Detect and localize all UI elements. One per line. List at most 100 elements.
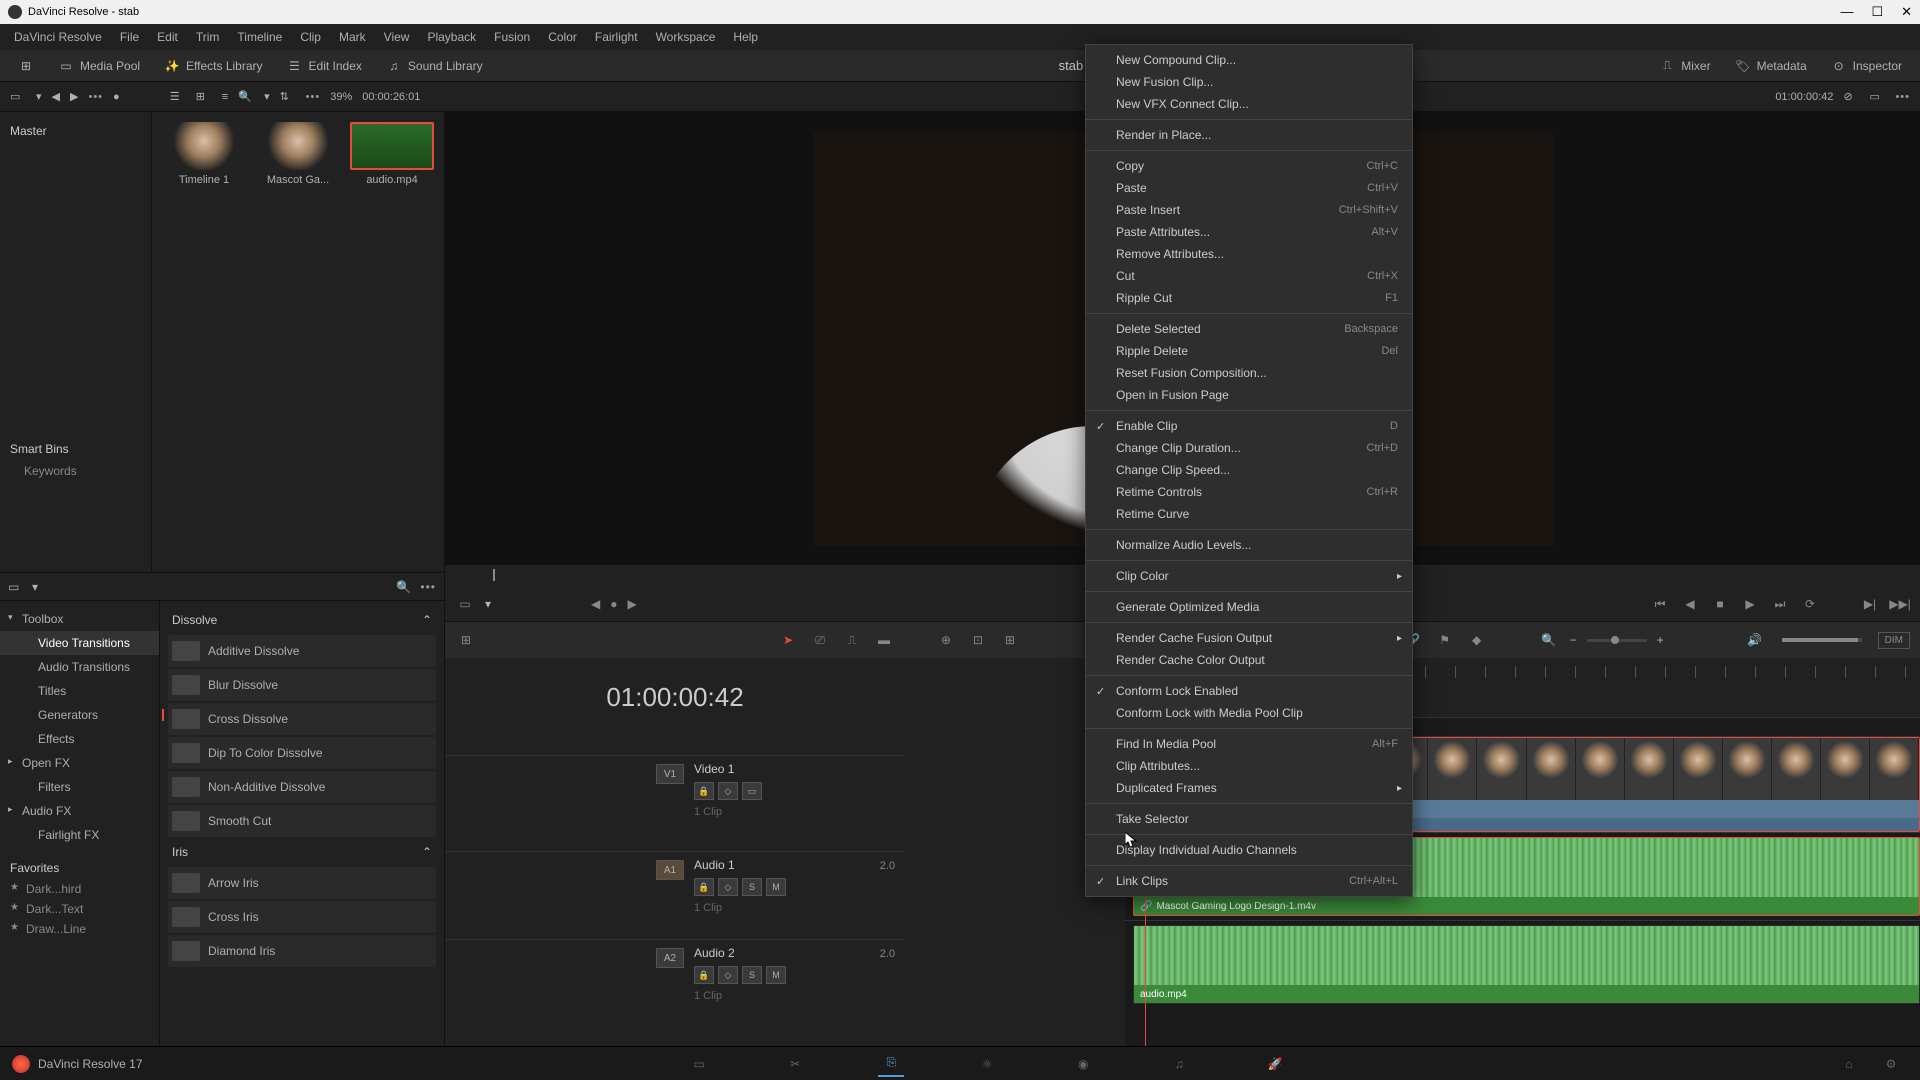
menu-clip[interactable]: Clip bbox=[292, 26, 329, 48]
menu-item-change-clip-duration[interactable]: Change Clip Duration...Ctrl+D bbox=[1086, 437, 1412, 459]
track-mute-button[interactable]: M bbox=[766, 966, 786, 984]
fx-item[interactable]: Arrow Iris bbox=[168, 867, 436, 899]
menu-item-conform-lock-with-media-pool-clip[interactable]: Conform Lock with Media Pool Clip bbox=[1086, 702, 1412, 724]
menu-item-normalize-audio-levels[interactable]: Normalize Audio Levels... bbox=[1086, 534, 1412, 556]
menu-workspace[interactable]: Workspace bbox=[648, 26, 724, 48]
fx-item[interactable]: Smooth Cut bbox=[168, 805, 436, 837]
menu-item-new-fusion-clip[interactable]: New Fusion Clip... bbox=[1086, 71, 1412, 93]
menu-item-change-clip-speed[interactable]: Change Clip Speed... bbox=[1086, 459, 1412, 481]
search-icon[interactable]: 🔍 bbox=[238, 90, 254, 104]
loop-button[interactable]: ⟳ bbox=[1800, 594, 1820, 614]
more-icon[interactable]: ••• bbox=[88, 91, 103, 103]
menu-item-render-cache-fusion-output[interactable]: Render Cache Fusion Output bbox=[1086, 627, 1412, 649]
category-iris[interactable]: Iris⌃ bbox=[168, 839, 436, 865]
minimize-button[interactable]: — bbox=[1840, 4, 1853, 20]
fx-item[interactable]: Cross Dissolve bbox=[168, 703, 436, 735]
overwrite-tool[interactable]: ⊡ bbox=[967, 629, 989, 651]
expand-button[interactable]: ⊞ bbox=[12, 54, 40, 78]
menu-item-generate-optimized-media[interactable]: Generate Optimized Media bbox=[1086, 596, 1412, 618]
flag-icon[interactable]: ⚑ bbox=[1434, 629, 1456, 651]
menu-item-copy[interactable]: CopyCtrl+C bbox=[1086, 155, 1412, 177]
maximize-button[interactable]: ☐ bbox=[1871, 4, 1883, 20]
tree-video-transitions[interactable]: Video Transitions bbox=[0, 631, 159, 655]
menu-item-render-cache-color-output[interactable]: Render Cache Color Output bbox=[1086, 649, 1412, 671]
thumb-view-icon[interactable]: ⊞ bbox=[196, 90, 212, 104]
menu-item-new-compound-clip[interactable]: New Compound Clip... bbox=[1086, 49, 1412, 71]
zoom-search-icon[interactable]: 🔍 bbox=[1538, 629, 1560, 651]
menu-item-enable-clip[interactable]: Enable ClipD bbox=[1086, 415, 1412, 437]
media-pool-button[interactable]: ▭Media Pool bbox=[52, 54, 146, 78]
favorite-item[interactable]: Dark...Text bbox=[0, 899, 159, 919]
menu-item-find-in-media-pool[interactable]: Find In Media PoolAlt+F bbox=[1086, 733, 1412, 755]
settings-button[interactable]: ⚙ bbox=[1878, 1051, 1904, 1077]
menu-item-reset-fusion-composition[interactable]: Reset Fusion Composition... bbox=[1086, 362, 1412, 384]
fx-search-icon[interactable]: 🔍 bbox=[396, 580, 412, 594]
metadata-button[interactable]: 🏷Metadata bbox=[1729, 54, 1813, 78]
play-reverse-button[interactable]: ◀ bbox=[1680, 594, 1700, 614]
menu-item-clip-attributes[interactable]: Clip Attributes... bbox=[1086, 755, 1412, 777]
first-frame-button[interactable]: ⏮ bbox=[1650, 594, 1670, 614]
close-button[interactable]: ✕ bbox=[1901, 4, 1912, 20]
single-viewer-icon[interactable]: ▭ bbox=[1869, 90, 1885, 104]
bypass-icon[interactable]: ⊘ bbox=[1843, 90, 1859, 104]
menu-davinci-resolve[interactable]: DaVinci Resolve bbox=[6, 26, 110, 48]
tree-openfx[interactable]: Open FX bbox=[0, 751, 159, 775]
home-button[interactable]: ⌂ bbox=[1836, 1051, 1862, 1077]
menu-timeline[interactable]: Timeline bbox=[229, 26, 290, 48]
clip-timeline[interactable]: Timeline 1 bbox=[162, 122, 246, 186]
menu-color[interactable]: Color bbox=[540, 26, 585, 48]
nav-prev-icon[interactable]: ◀ bbox=[591, 597, 600, 611]
fx-item[interactable]: Dip To Color Dissolve bbox=[168, 737, 436, 769]
menu-item-link-clips[interactable]: Link ClipsCtrl+Alt+L bbox=[1086, 870, 1412, 892]
category-dissolve[interactable]: Dissolve⌃ bbox=[168, 607, 436, 633]
tree-effects[interactable]: Effects bbox=[0, 727, 159, 751]
fairlight-page-button[interactable]: ♫ bbox=[1166, 1051, 1192, 1077]
tree-audiofx[interactable]: Audio FX bbox=[0, 799, 159, 823]
edit-page-button[interactable]: ⎘ bbox=[878, 1051, 904, 1077]
track-auto-button[interactable]: ◇ bbox=[718, 966, 738, 984]
menu-item-ripple-delete[interactable]: Ripple DeleteDel bbox=[1086, 340, 1412, 362]
deliver-page-button[interactable]: 🚀 bbox=[1262, 1051, 1288, 1077]
track-header-v1[interactable]: V1 Video 1 🔒 ◇ ▭ 1 Clip bbox=[445, 755, 905, 851]
track-auto-button[interactable]: ◇ bbox=[718, 878, 738, 896]
fx-view-icon[interactable]: ▭ bbox=[8, 580, 24, 594]
clip-a2[interactable]: audio.mp4 bbox=[1133, 925, 1920, 1004]
bin-view-icon[interactable]: ▭ bbox=[10, 90, 26, 104]
track-lock-button[interactable]: 🔒 bbox=[694, 782, 714, 800]
fx-item[interactable]: Cross Iris bbox=[168, 901, 436, 933]
track-lock-button[interactable]: 🔒 bbox=[694, 966, 714, 984]
tree-titles[interactable]: Titles bbox=[0, 679, 159, 703]
tree-audio-transitions[interactable]: Audio Transitions bbox=[0, 655, 159, 679]
track-solo-button[interactable]: S bbox=[742, 878, 762, 896]
menu-item-cut[interactable]: CutCtrl+X bbox=[1086, 265, 1412, 287]
tree-filters[interactable]: Filters bbox=[0, 775, 159, 799]
mixer-button[interactable]: ⎍Mixer bbox=[1653, 54, 1716, 78]
track-disable-button[interactable]: ▭ bbox=[742, 782, 762, 800]
volume-slider[interactable] bbox=[1782, 638, 1862, 642]
dim-button[interactable]: DIM bbox=[1878, 632, 1910, 649]
match-frame-icon[interactable]: ▭ bbox=[455, 594, 475, 614]
menu-edit[interactable]: Edit bbox=[149, 26, 186, 48]
fusion-page-button[interactable]: ⚛ bbox=[974, 1051, 1000, 1077]
next-marker-button[interactable]: ▶| bbox=[1860, 594, 1880, 614]
stop-button[interactable]: ■ bbox=[1710, 594, 1730, 614]
track-header-a1[interactable]: A1 Audio 12.0 🔒 ◇ S M 1 Clip bbox=[445, 851, 905, 939]
menu-item-clip-color[interactable]: Clip Color bbox=[1086, 565, 1412, 587]
media-page-button[interactable]: ▭ bbox=[686, 1051, 712, 1077]
menu-item-take-selector[interactable]: Take Selector bbox=[1086, 808, 1412, 830]
menu-item-retime-curve[interactable]: Retime Curve bbox=[1086, 503, 1412, 525]
menu-file[interactable]: File bbox=[112, 26, 147, 48]
play-button[interactable]: ▶ bbox=[1740, 594, 1760, 614]
replace-tool[interactable]: ⊞ bbox=[999, 629, 1021, 651]
menu-playback[interactable]: Playback bbox=[419, 26, 484, 48]
menu-trim[interactable]: Trim bbox=[188, 26, 228, 48]
blade-tool[interactable]: ▬ bbox=[873, 629, 895, 651]
last-marker-button[interactable]: ▶▶| bbox=[1890, 594, 1910, 614]
color-page-button[interactable]: ◉ bbox=[1070, 1051, 1096, 1077]
menu-item-remove-attributes[interactable]: Remove Attributes... bbox=[1086, 243, 1412, 265]
sort-icon[interactable]: ⇅ bbox=[280, 90, 296, 104]
zoom-in-button[interactable]: + bbox=[1657, 633, 1664, 647]
fx-item[interactable]: Diamond Iris bbox=[168, 935, 436, 967]
marker-icon[interactable]: ◆ bbox=[1466, 629, 1488, 651]
master-bin[interactable]: Master bbox=[10, 120, 141, 142]
